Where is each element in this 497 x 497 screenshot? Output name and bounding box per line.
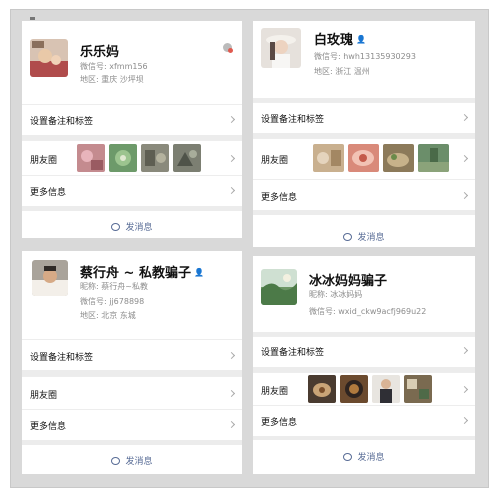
moments-thumbnails <box>77 144 201 172</box>
wechat-id: 微信号: wxid_ckw9acfj969u22 <box>309 307 427 316</box>
chat-bubble-icon <box>343 233 353 241</box>
moments-row[interactable]: 朋友圈 <box>22 376 242 408</box>
remark-tags-label: 设置备注和标签 <box>30 353 94 363</box>
section-divider <box>22 206 242 211</box>
more-info-row[interactable]: 更多信息 <box>22 175 242 205</box>
wechat-id: 微信号: xfmm156 <box>80 62 148 71</box>
send-message-label: 发消息 <box>357 233 385 243</box>
moments-photo <box>141 144 169 172</box>
wechat-id: 微信号: hwh13135930293 <box>314 52 416 61</box>
moments-thumbnails <box>308 375 432 403</box>
avatar[interactable] <box>32 260 68 296</box>
chevron-right-icon <box>460 385 469 394</box>
send-message-button[interactable]: 发消息 <box>253 230 475 243</box>
moments-thumbnails <box>313 144 449 172</box>
muted-status-icon <box>223 43 233 53</box>
moments-label: 朋友圈 <box>261 387 289 397</box>
send-message-button[interactable]: 发消息 <box>22 220 242 233</box>
send-message-label: 发消息 <box>125 223 153 233</box>
contact-card-baimeigui: 白玫瑰 👤 微信号: hwh13135930293 地区: 浙江 温州 设置备注和… <box>253 21 475 247</box>
nickname: 昵称: 蔡行舟~私教 <box>80 282 148 291</box>
contact-name: 乐乐妈 <box>80 45 120 60</box>
nickname: 昵称: 冰冰妈妈 <box>309 290 363 299</box>
moments-photo <box>173 144 201 172</box>
chevron-right-icon <box>460 191 469 200</box>
corner-mark <box>30 17 35 20</box>
chevron-right-icon <box>460 154 469 163</box>
remark-tags-row[interactable]: 设置备注和标签 <box>253 336 475 366</box>
chevron-right-icon <box>460 346 469 355</box>
chevron-right-icon <box>227 420 236 429</box>
contact-name: 冰冰妈妈骗子 <box>309 274 388 289</box>
chevron-right-icon <box>460 113 469 122</box>
moments-photo <box>348 144 379 172</box>
section-divider <box>253 436 475 440</box>
avatar-photo-icon <box>32 260 68 296</box>
remark-tags-row[interactable]: 设置备注和标签 <box>22 104 242 134</box>
avatar[interactable] <box>261 269 297 305</box>
remark-tags-row[interactable]: 设置备注和标签 <box>253 102 475 132</box>
contact-name: 蔡行舟 ~ 私教骗子 👤 <box>80 266 204 281</box>
more-info-label: 更多信息 <box>261 418 298 428</box>
chevron-right-icon <box>227 186 236 195</box>
contact-card-caixingzhou: 蔡行舟 ~ 私教骗子 👤 昵称: 蔡行舟~私教 微信号: jj678898 地区:… <box>22 251 242 474</box>
moments-row[interactable]: 朋友圈 <box>253 372 475 404</box>
contact-card-lelema: 乐乐妈 微信号: xfmm156 地区: 重庆 沙坪坝 设置备注和标签 朋友圈 … <box>22 21 242 238</box>
more-info-label: 更多信息 <box>30 422 67 432</box>
moments-label: 朋友圈 <box>30 156 58 166</box>
chat-bubble-icon <box>111 223 121 231</box>
avatar-photo-icon <box>261 28 301 68</box>
more-info-label: 更多信息 <box>30 188 67 198</box>
moments-label: 朋友圈 <box>30 391 58 401</box>
more-info-label: 更多信息 <box>261 193 298 203</box>
contact-name: 白玫瑰 👤 <box>314 33 366 48</box>
remark-tags-label: 设置备注和标签 <box>30 117 94 127</box>
moments-photo <box>340 375 368 403</box>
more-info-row[interactable]: 更多信息 <box>253 405 475 435</box>
avatar-photo-icon <box>261 269 297 305</box>
more-info-row[interactable]: 更多信息 <box>253 179 475 209</box>
send-message-label: 发消息 <box>125 457 153 467</box>
moments-photo <box>372 375 400 403</box>
chat-bubble-icon <box>343 453 353 461</box>
moments-photo <box>383 144 414 172</box>
chevron-right-icon <box>460 416 469 425</box>
moments-photo <box>109 144 137 172</box>
person-badge-icon: 👤 <box>193 268 204 277</box>
moments-photo <box>308 375 336 403</box>
send-message-button[interactable]: 发消息 <box>22 454 242 467</box>
section-divider <box>22 440 242 445</box>
more-info-row[interactable]: 更多信息 <box>22 409 242 439</box>
moments-photo <box>404 375 432 403</box>
moments-label: 朋友圈 <box>261 156 289 166</box>
avatar-photo-icon <box>30 39 68 77</box>
section-divider <box>253 210 475 215</box>
moments-photo <box>313 144 344 172</box>
region: 地区: 重庆 沙坪坝 <box>80 75 144 84</box>
person-badge-icon: 👤 <box>356 35 366 44</box>
chevron-right-icon <box>227 389 236 398</box>
chevron-right-icon <box>227 115 236 124</box>
remark-tags-row[interactable]: 设置备注和标签 <box>22 339 242 369</box>
avatar[interactable] <box>261 28 301 68</box>
chevron-right-icon <box>227 154 236 163</box>
remark-tags-label: 设置备注和标签 <box>261 348 325 358</box>
region: 地区: 北京 东城 <box>80 311 136 320</box>
send-message-button[interactable]: 发消息 <box>253 450 475 463</box>
avatar[interactable] <box>30 39 68 77</box>
moments-row[interactable]: 朋友圈 <box>22 140 242 175</box>
remark-tags-label: 设置备注和标签 <box>261 115 325 125</box>
contact-card-bingbingmama: 冰冰妈妈骗子 昵称: 冰冰妈妈 微信号: wxid_ckw9acfj969u22… <box>253 256 475 474</box>
send-message-label: 发消息 <box>357 453 385 463</box>
chevron-right-icon <box>227 351 236 360</box>
region: 地区: 浙江 温州 <box>314 67 370 76</box>
moments-photo <box>77 144 105 172</box>
chat-bubble-icon <box>111 457 121 465</box>
moments-row[interactable]: 朋友圈 <box>253 138 475 178</box>
wechat-id: 微信号: jj678898 <box>80 297 145 306</box>
moments-photo <box>418 144 449 172</box>
